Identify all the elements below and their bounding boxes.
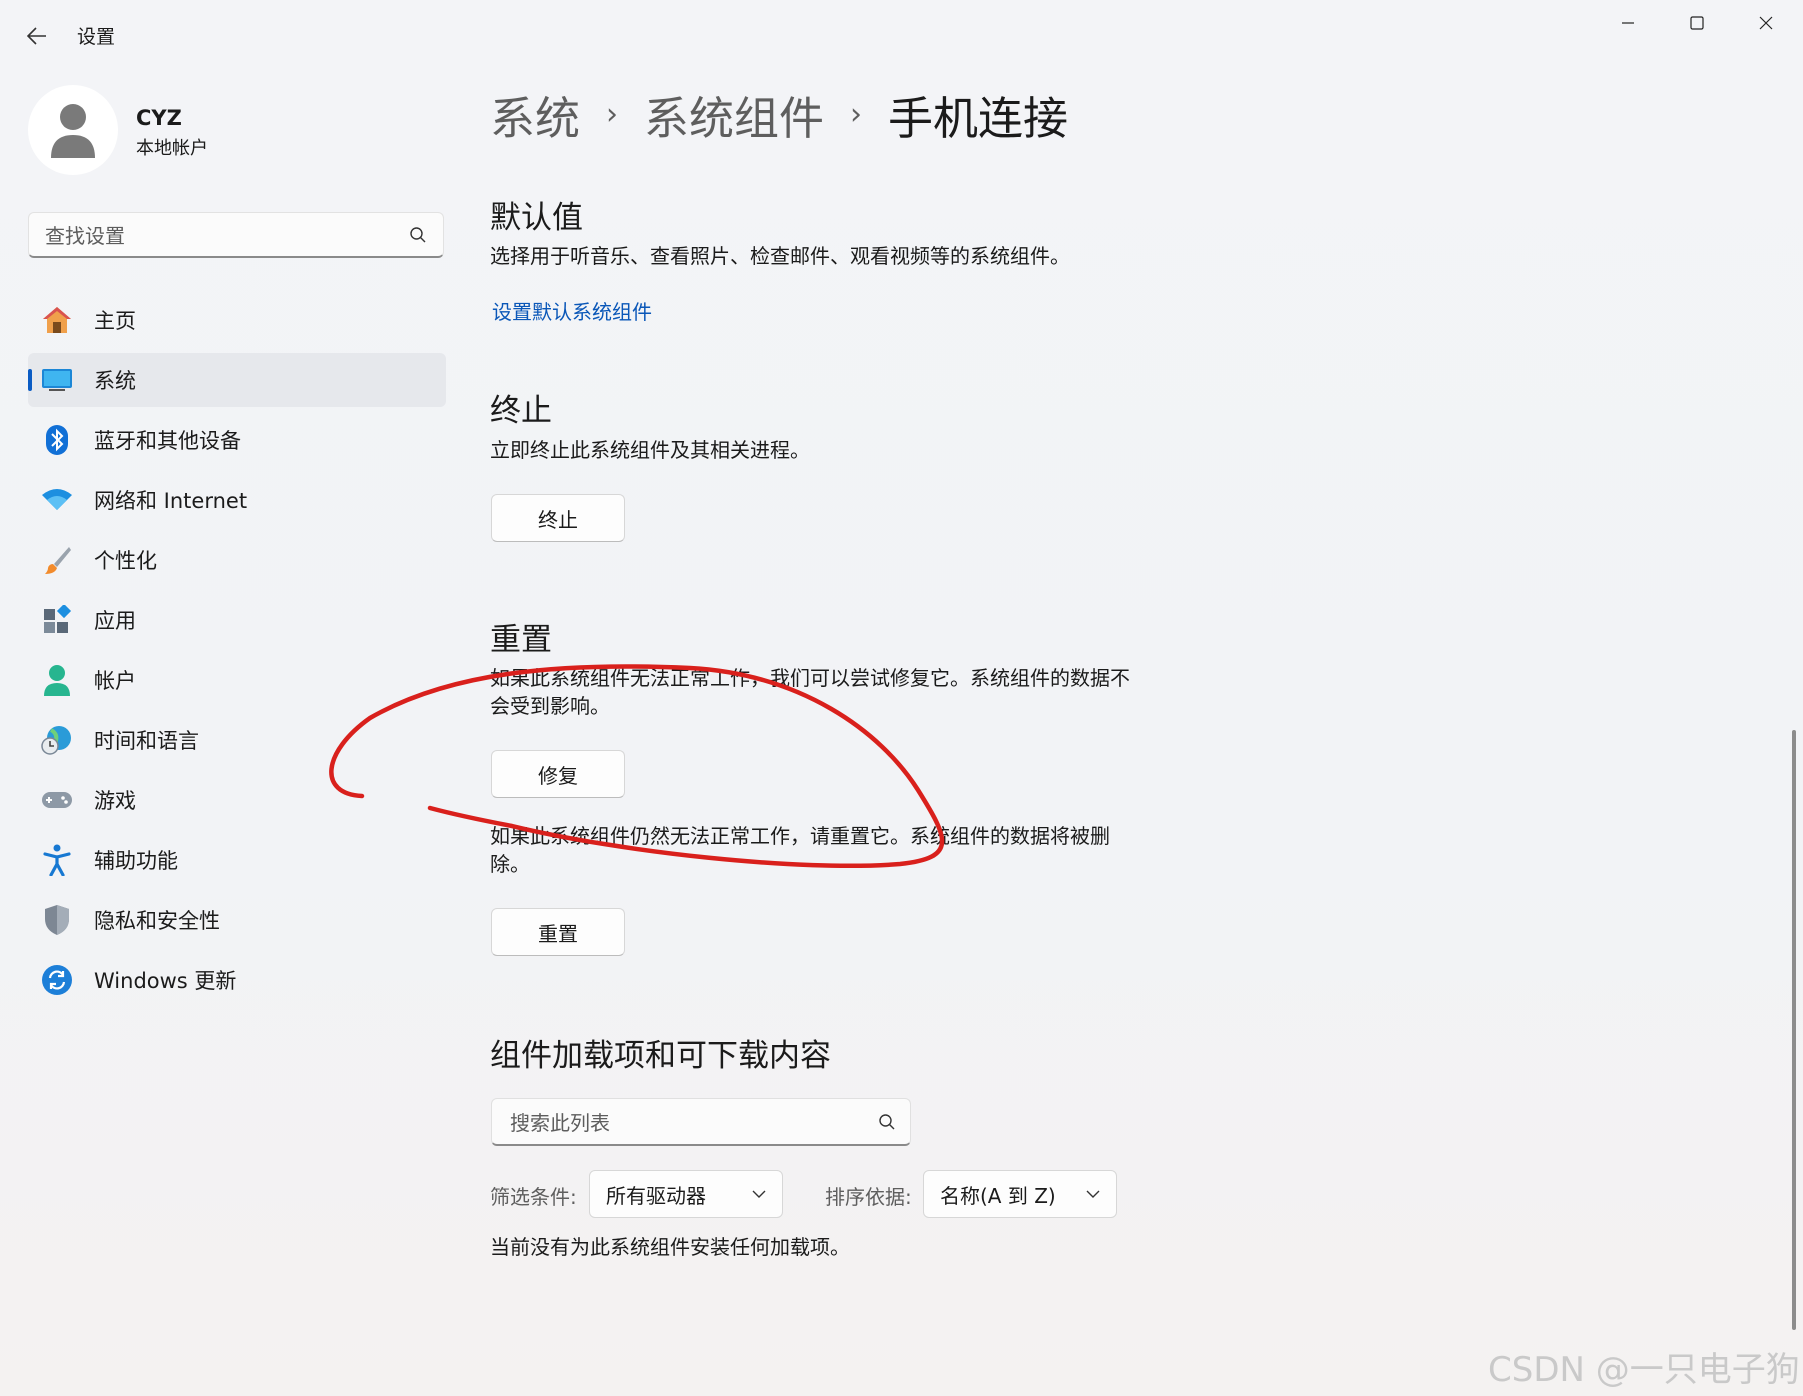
sidebar-item-label: 系统: [94, 369, 136, 393]
search-icon[interactable]: [409, 226, 427, 244]
settings-search-input[interactable]: [43, 221, 397, 251]
sidebar-item-bluetooth[interactable]: 蓝牙和其他设备: [28, 413, 446, 467]
reset-description-line: 如果此系统组件仍然无法正常工作，请重置它。系统组件的数据将被删: [490, 824, 1110, 848]
chevron-down-icon: [752, 1189, 766, 1199]
sort-value: 名称(A 到 Z): [940, 1183, 1056, 1208]
sidebar-item-label: 游戏: [94, 789, 136, 813]
update-icon: [40, 963, 74, 997]
reset-description: 如果此系统组件仍然无法正常工作，请重置它。系统组件的数据将被删 除。: [490, 822, 1110, 878]
sidebar-nav: 主页 系统 蓝牙和其他设备 网络和 Internet 个性化 应用 帐户 时间和…: [28, 293, 446, 1013]
reset-button[interactable]: 重置: [491, 908, 625, 956]
close-button[interactable]: [1732, 0, 1800, 46]
scrollbar[interactable]: [1792, 730, 1796, 1330]
filter-dropdown[interactable]: 所有驱动器: [589, 1170, 783, 1218]
globe-clock-icon: [40, 723, 74, 757]
repair-description-line: 会受到影响。: [490, 694, 610, 718]
back-button[interactable]: [14, 18, 60, 54]
shield-icon: [40, 903, 74, 937]
sidebar-item-accessibility[interactable]: 辅助功能: [28, 833, 446, 887]
sort-label: 排序依据:: [825, 1185, 912, 1209]
minimize-icon: [1622, 22, 1634, 24]
home-icon: [40, 303, 74, 337]
terminate-description: 立即终止此系统组件及其相关进程。: [490, 438, 810, 462]
search-icon[interactable]: [878, 1113, 896, 1131]
sidebar-item-label: 应用: [94, 609, 136, 633]
sort-dropdown[interactable]: 名称(A 到 Z): [923, 1170, 1117, 1218]
user-avatar-icon: [51, 104, 95, 158]
sidebar-item-label: 主页: [94, 309, 136, 333]
repair-description: 如果此系统组件无法正常工作，我们可以尝试修复它。系统组件的数据不 会受到影响。: [490, 664, 1130, 720]
defaults-description: 选择用于听音乐、查看照片、检查邮件、观看视频等的系统组件。: [490, 244, 1070, 268]
app-title: 设置: [77, 26, 116, 48]
addons-search[interactable]: [491, 1098, 911, 1146]
sidebar-item-apps[interactable]: 应用: [28, 593, 446, 647]
sidebar-item-label: 帐户: [94, 669, 136, 693]
brush-icon: [40, 543, 74, 577]
wifi-icon: [40, 483, 74, 517]
gamepad-icon: [40, 783, 74, 817]
sidebar-item-system[interactable]: 系统: [28, 353, 446, 407]
bluetooth-icon: [40, 423, 74, 457]
user-name: CYZ: [136, 106, 182, 130]
accessibility-icon: [40, 843, 74, 877]
sidebar-item-windows-update[interactable]: Windows 更新: [28, 953, 446, 1007]
sidebar-item-label: 个性化: [94, 549, 157, 573]
watermark: CSDN @一只电子狗: [1488, 1350, 1800, 1390]
sidebar-item-gaming[interactable]: 游戏: [28, 773, 446, 827]
maximize-icon: [1690, 16, 1704, 30]
defaults-title: 默认值: [490, 200, 583, 236]
sidebar-item-privacy[interactable]: 隐私和安全性: [28, 893, 446, 947]
terminate-title: 终止: [490, 393, 552, 429]
terminate-button[interactable]: 终止: [491, 494, 625, 542]
avatar[interactable]: [28, 85, 118, 175]
chevron-right-icon: ›: [850, 97, 863, 132]
repair-button[interactable]: 修复: [491, 750, 625, 798]
sidebar-item-network[interactable]: 网络和 Internet: [28, 473, 446, 527]
reset-description-line: 除。: [490, 852, 530, 876]
sidebar-item-accounts[interactable]: 帐户: [28, 653, 446, 707]
close-icon: [1759, 16, 1773, 30]
maximize-button[interactable]: [1663, 0, 1731, 46]
minimize-button[interactable]: [1594, 0, 1662, 46]
sidebar-item-label: 网络和 Internet: [94, 489, 248, 513]
account-type: 本地帐户: [136, 138, 208, 159]
set-default-components-link[interactable]: 设置默认系统组件: [492, 296, 652, 325]
sidebar-item-label: 蓝牙和其他设备: [94, 429, 241, 453]
sidebar-item-time-language[interactable]: 时间和语言: [28, 713, 446, 767]
chevron-down-icon: [1086, 1189, 1100, 1199]
addons-title: 组件加载项和可下载内容: [490, 1038, 831, 1074]
sidebar-item-home[interactable]: 主页: [28, 293, 446, 347]
sidebar-item-label: 隐私和安全性: [94, 909, 220, 933]
back-arrow-icon: [27, 27, 46, 45]
filter-value: 所有驱动器: [606, 1183, 706, 1208]
settings-search[interactable]: [28, 212, 444, 258]
filter-label: 筛选条件:: [490, 1185, 577, 1209]
breadcrumb-item-system[interactable]: 系统: [490, 82, 580, 147]
sidebar-item-label: 时间和语言: [94, 729, 199, 753]
no-addons-note: 当前没有为此系统组件安装任何加载项。: [490, 1235, 850, 1259]
apps-icon: [40, 603, 74, 637]
repair-description-line: 如果此系统组件无法正常工作，我们可以尝试修复它。系统组件的数据不: [490, 666, 1130, 690]
page-title: 手机连接: [888, 92, 1069, 145]
breadcrumb: 系统 › 系统组件 › 手机连接: [490, 82, 1068, 147]
settings-window: 设置 CYZ 本地帐户 主页: [0, 0, 1803, 1396]
sidebar-item-label: Windows 更新: [94, 969, 237, 993]
title-bar: 设置: [0, 0, 1803, 68]
system-display-icon: [40, 363, 74, 397]
sidebar-item-label: 辅助功能: [94, 849, 178, 873]
addons-search-input[interactable]: [508, 1108, 852, 1138]
chevron-right-icon: ›: [606, 97, 619, 132]
account-icon: [40, 663, 74, 697]
reset-title: 重置: [490, 622, 552, 658]
breadcrumb-item-system-components[interactable]: 系统组件: [644, 82, 824, 147]
sidebar-item-personalization[interactable]: 个性化: [28, 533, 446, 587]
